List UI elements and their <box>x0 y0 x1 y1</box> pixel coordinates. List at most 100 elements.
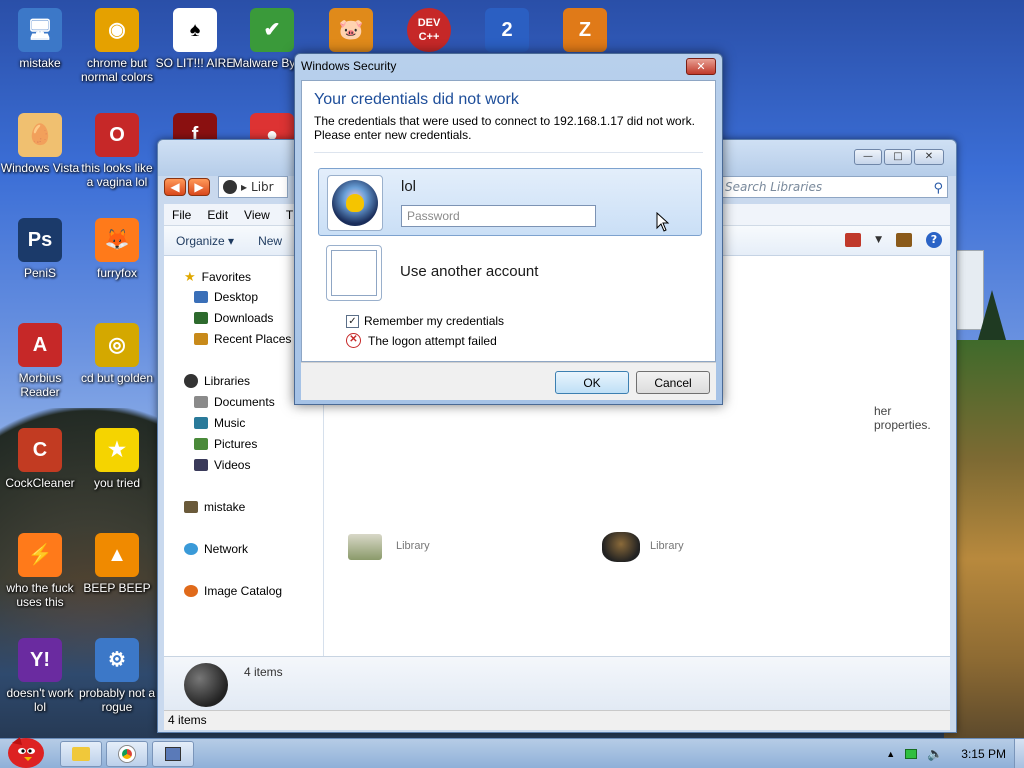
doesn-t-work-lol-icon: Y! <box>18 638 62 682</box>
taskbar-remote-desktop-button[interactable] <box>152 741 194 767</box>
desktop-shortcut-beep-beep[interactable]: ▲ BEEP BEEP <box>77 533 157 595</box>
close-button[interactable]: ✕ <box>914 149 944 165</box>
start-button[interactable] <box>2 733 52 768</box>
documents-library-icon[interactable] <box>348 534 382 560</box>
desktop-shortcut-mistake[interactable]: 🖥 mistake <box>0 8 80 70</box>
dialog-footer: OK Cancel <box>301 362 716 400</box>
cancel-button[interactable]: Cancel <box>636 371 710 394</box>
sidebar-item-desktop[interactable]: Desktop <box>194 290 258 304</box>
desktop-shortcut-cd-but-golden[interactable]: ◎ cd but golden <box>77 323 157 385</box>
sidebar-item-music[interactable]: Music <box>194 416 245 430</box>
status-bar: 4 items <box>164 710 950 730</box>
dialog-close-button[interactable]: ✕ <box>686 58 716 75</box>
view-options-icon[interactable] <box>845 233 862 247</box>
sidebar-item-favorites[interactable]: ★ Favorites <box>184 269 251 285</box>
recent-places-icon <box>194 333 208 345</box>
desktop-shortcut-probably-not-a-rogue[interactable]: ⚙ probably not a rogue <box>77 638 157 714</box>
desktop-shortcut-morbius-reader[interactable]: A Morbius Reader <box>0 323 80 399</box>
maximize-button[interactable]: □ <box>884 149 912 165</box>
sidebar-item-network[interactable]: Network <box>184 542 248 556</box>
remote-desktop-icon <box>165 747 181 761</box>
help-icon[interactable]: ? <box>926 232 942 248</box>
credential-tile-lol[interactable]: lol <box>318 168 702 236</box>
sidebar-item-recent-places[interactable]: Recent Places <box>194 332 291 346</box>
taskbar-explorer-button[interactable] <box>60 741 102 767</box>
sidebar-item-downloads[interactable]: Downloads <box>194 311 273 325</box>
show-desktop-button[interactable] <box>1014 739 1024 768</box>
new-library-button[interactable]: New <box>246 234 294 248</box>
search-input[interactable]: Search Libraries ⚲ <box>718 176 948 198</box>
desktop-shortcut-so-lit-aire[interactable]: ♠ SO LIT!!! AIRE <box>155 8 235 70</box>
desktop-shortcut-you-tried[interactable]: ★ you tried <box>77 428 157 490</box>
ok-button[interactable]: OK <box>555 371 629 394</box>
sidebar-item-documents[interactable]: Documents <box>194 395 275 409</box>
desktop-shortcut-label: this looks like a vagina lol <box>81 161 153 189</box>
credential-tile-other-account[interactable]: Use another account <box>318 243 702 305</box>
desktop-shortcut-label: probably not a rogue <box>78 686 156 714</box>
sidebar-item-mistake[interactable]: mistake <box>184 500 245 514</box>
dialog-title: Windows Security <box>301 59 397 73</box>
preview-pane-icon[interactable] <box>896 233 912 247</box>
probably-not-a-rogue-icon: ⚙ <box>95 638 139 682</box>
sidebar-item-videos[interactable]: Videos <box>194 458 250 472</box>
menu-file[interactable]: File <box>164 208 199 222</box>
desktop-shortcut-label: CockCleaner <box>5 476 75 490</box>
user-avatar-icon <box>332 180 378 226</box>
chrome-but-normal-colors-icon: ◉ <box>95 8 139 52</box>
system-tray: ▲ 🔈 3:15 PM <box>886 739 1016 768</box>
desktop-shortcut-app-6[interactable]: 2 <box>467 8 547 56</box>
desktop-shortcut-windows-vista[interactable]: 🥚 Windows Vista <box>0 113 80 175</box>
chrome-icon <box>119 746 135 762</box>
desktop-shortcut-app-5[interactable]: DEV C++ <box>389 8 469 56</box>
star-icon: ★ <box>184 269 196 284</box>
sidebar-item-libraries[interactable]: Libraries <box>184 374 250 388</box>
app-7-icon: Z <box>563 8 607 52</box>
sidebar-item-image-catalog[interactable]: Image Catalog <box>184 584 282 598</box>
music-library-icon[interactable] <box>602 532 640 562</box>
desktop-shortcut-app-4[interactable]: 🐷 <box>311 8 391 56</box>
volume-icon[interactable]: 🔈 <box>927 746 943 762</box>
videos-icon <box>194 459 208 471</box>
forward-arrow-icon[interactable]: ▶ <box>188 178 210 196</box>
desktop-shortcut-label: SO LIT!!! AIRE <box>155 56 235 70</box>
sidebar-item-pictures[interactable]: Pictures <box>194 437 257 451</box>
libraries-icon <box>184 374 198 388</box>
desktop-shortcut-cockcleaner[interactable]: C CockCleaner <box>0 428 80 490</box>
organize-button[interactable]: Organize ▾ <box>164 234 246 248</box>
this-looks-like-a-vagina-lol-icon: O <box>95 113 139 157</box>
menu-view[interactable]: View <box>236 208 278 222</box>
chevron-down-icon[interactable]: ▼ <box>875 235 882 245</box>
desktop-shortcut-this-looks-like-a-vagina-lol[interactable]: Othis looks like a vagina lol <box>77 113 157 189</box>
desktop-shortcut-penis[interactable]: Ps PeniS <box>0 218 80 280</box>
desktop-shortcut-doesn-t-work-lol[interactable]: Y! doesn't work lol <box>0 638 80 714</box>
you-tried-icon: ★ <box>95 428 139 472</box>
password-field[interactable] <box>401 205 596 227</box>
show-hidden-icons-icon[interactable]: ▲ <box>886 749 895 759</box>
search-icon[interactable]: ⚲ <box>933 179 943 199</box>
desktop-shortcut-furryfox[interactable]: 🦊 furryfox <box>77 218 157 280</box>
taskbar-chrome-button[interactable] <box>106 741 148 767</box>
malware-bytes-icon: ✔ <box>250 8 294 52</box>
address-bar[interactable]: ▸ Libr <box>218 176 288 198</box>
clock[interactable]: 3:15 PM <box>961 747 1006 761</box>
remember-checkbox[interactable]: ✓ <box>346 314 359 328</box>
folder-icon <box>72 747 90 761</box>
credential-username: lol <box>401 178 417 195</box>
homegroup-icon <box>184 501 198 513</box>
desktop-shortcut-label: doesn't work lol <box>6 686 74 714</box>
menu-edit[interactable]: Edit <box>199 208 236 222</box>
desktop-shortcut-app-7[interactable]: Z <box>545 8 625 56</box>
cockcleaner-icon: C <box>18 428 62 472</box>
logon-error-text: The logon attempt failed <box>368 333 497 348</box>
documents-icon <box>194 396 208 408</box>
network-icon <box>184 543 198 555</box>
penis-icon: Ps <box>18 218 62 262</box>
furryfox-icon: 🦊 <box>95 218 139 262</box>
network-status-icon[interactable] <box>905 749 918 759</box>
app-6-icon: 2 <box>485 8 529 52</box>
desktop-shortcut-chrome-but-normal-colors[interactable]: ◉ chrome but normal colors <box>77 8 157 84</box>
minimize-button[interactable]: — <box>854 149 882 165</box>
desktop-shortcut-who-the-fuck-uses-this[interactable]: ⚡ who the fuck uses this <box>0 533 80 609</box>
remember-credentials-row[interactable]: ✓ Remember my credentials <box>346 314 504 328</box>
back-arrow-icon[interactable]: ◀ <box>164 178 186 196</box>
